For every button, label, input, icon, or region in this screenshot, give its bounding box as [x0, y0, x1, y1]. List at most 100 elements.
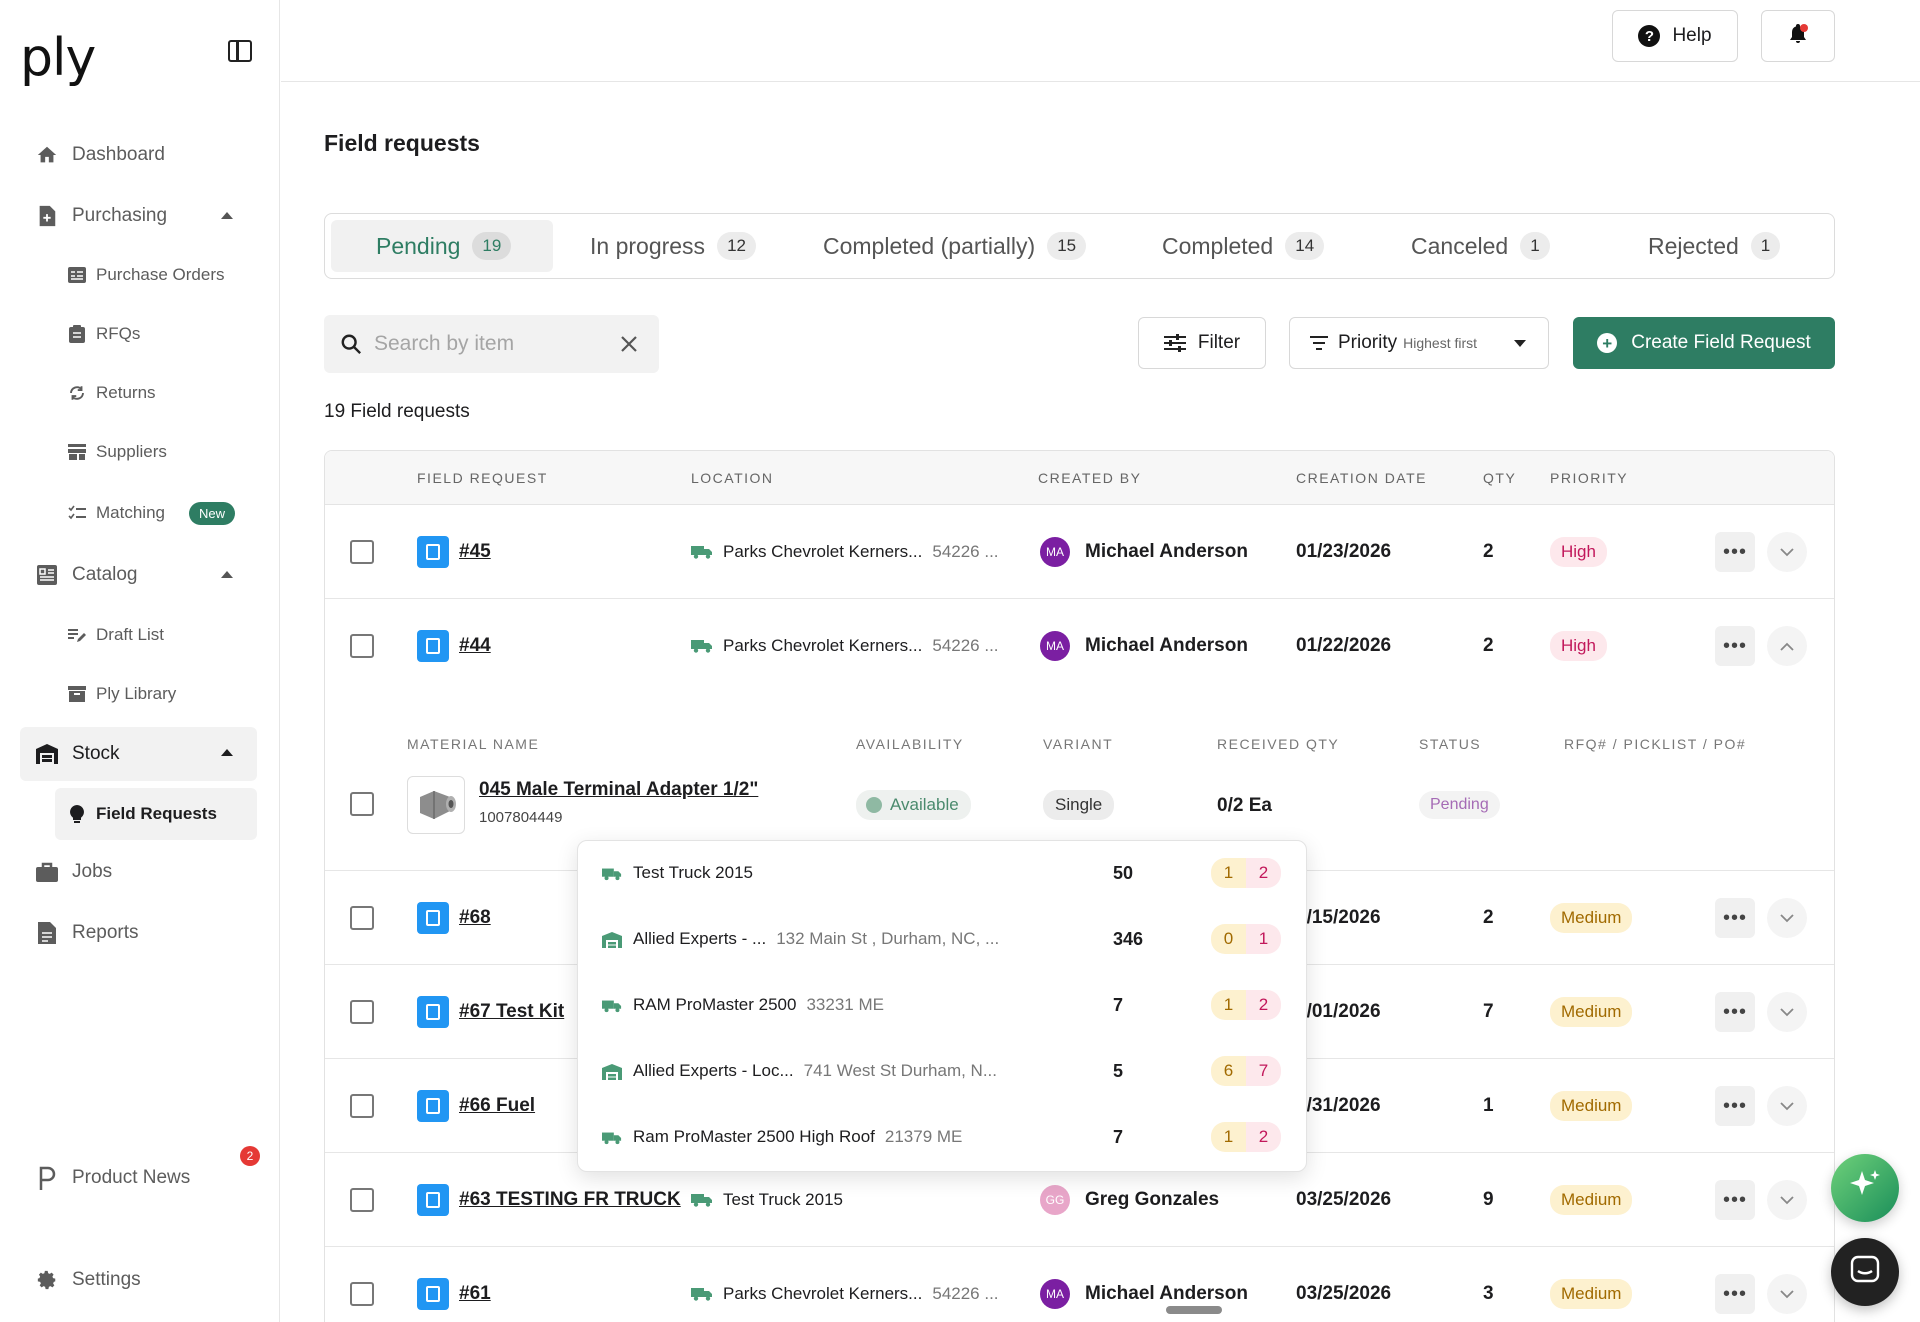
location: Parks Chevrolet Kerners... 54226 ... — [691, 636, 999, 656]
gear-icon — [36, 1269, 58, 1291]
tab-completed-partially[interactable]: Completed (partially) 15 — [823, 220, 1087, 272]
sidebar-item-draft-list[interactable]: Draft List — [55, 610, 257, 660]
table-row[interactable]: #45 Parks Chevrolet Kerners... 54226 ...… — [325, 505, 1834, 599]
sidebar-item-jobs[interactable]: Jobs — [20, 846, 257, 898]
row-checkbox[interactable] — [350, 540, 374, 564]
sidebar-item-suppliers[interactable]: Suppliers — [55, 427, 257, 477]
sidebar-item-reports[interactable]: Reports — [20, 907, 257, 959]
fitting-image — [420, 791, 456, 819]
more-actions-button[interactable]: ••• — [1715, 1180, 1755, 1220]
column-header[interactable]: FIELD REQUEST — [417, 470, 548, 486]
expand-chevron-down-icon[interactable] — [1767, 1180, 1807, 1220]
field-request-link[interactable]: #61 — [459, 1283, 491, 1305]
created-by: Michael Anderson — [1085, 541, 1248, 562]
expand-chevron-down-icon[interactable] — [1767, 1086, 1807, 1126]
sidebar-item-label: Purchasing — [72, 205, 168, 226]
filter-button[interactable]: Filter — [1138, 317, 1266, 369]
list-icon — [68, 266, 86, 284]
stock-location-row[interactable]: Ram ProMaster 2500 High Roof 21379 ME 7 1… — [578, 1105, 1306, 1171]
collapse-chevron-up-icon[interactable] — [1767, 626, 1807, 666]
material-checkbox[interactable] — [350, 792, 374, 816]
tab-pending[interactable]: Pending 19 — [331, 220, 553, 272]
clear-search-icon[interactable] — [620, 335, 638, 353]
expand-chevron-down-icon[interactable] — [1767, 1274, 1807, 1314]
column-header[interactable]: CREATION DATE — [1296, 470, 1427, 486]
row-checkbox[interactable] — [350, 1188, 374, 1212]
priority-badge: Medium — [1550, 903, 1633, 933]
horizontal-scrollbar[interactable] — [1166, 1306, 1222, 1314]
sidebar-item-label: Returns — [96, 383, 156, 402]
sidebar-item-dashboard[interactable]: Dashboard — [20, 129, 257, 181]
chat-support-button[interactable] — [1831, 1238, 1899, 1306]
sidebar-item-purchase-orders[interactable]: Purchase Orders — [55, 250, 257, 300]
field-request-link[interactable]: #63 TESTING FR TRUCK — [459, 1189, 681, 1211]
field-request-link[interactable]: #44 — [459, 635, 491, 657]
tab-in-progress[interactable]: In progress 12 — [590, 220, 756, 272]
sidebar-item-rfqs[interactable]: RFQs — [55, 309, 257, 359]
field-request-link[interactable]: #45 — [459, 541, 491, 563]
more-actions-button[interactable]: ••• — [1715, 532, 1755, 572]
sidebar-item-product-news[interactable]: Product News — [20, 1152, 257, 1204]
notifications-button[interactable] — [1761, 10, 1835, 62]
sidebar-item-purchasing[interactable]: Purchasing — [20, 190, 257, 242]
sidebar-item-stock[interactable]: Stock — [20, 727, 257, 781]
quantity: 1 — [1483, 1095, 1494, 1116]
sidebar-item-label: Matching — [96, 503, 165, 522]
tab-rejected[interactable]: Rejected 1 — [1648, 220, 1781, 272]
stock-counts: 01 — [1211, 924, 1281, 954]
sidebar-item-matching[interactable]: Matching New — [55, 488, 257, 538]
stock-location-row[interactable]: Allied Experts - ... 132 Main St , Durham… — [578, 907, 1306, 973]
sidebar-item-settings[interactable]: Settings — [20, 1254, 257, 1306]
expand-chevron-down-icon[interactable] — [1767, 532, 1807, 572]
sidebar-item-field-requests[interactable]: Field Requests — [55, 788, 257, 840]
row-checkbox[interactable] — [350, 1000, 374, 1024]
field-request-link[interactable]: #67 Test Kit — [459, 1001, 564, 1023]
more-actions-button[interactable]: ••• — [1715, 1086, 1755, 1126]
column-header[interactable]: CREATED BY — [1038, 470, 1141, 486]
priority-badge: High — [1550, 631, 1607, 661]
quantity: 2 — [1483, 635, 1494, 656]
search-input[interactable] — [374, 332, 604, 356]
more-actions-button[interactable]: ••• — [1715, 992, 1755, 1032]
expand-chevron-down-icon[interactable] — [1767, 992, 1807, 1032]
column-header[interactable]: LOCATION — [691, 470, 774, 486]
stock-location-row[interactable]: Test Truck 2015 50 12 — [578, 841, 1306, 907]
store-icon — [68, 443, 86, 461]
table-row[interactable]: #44 Parks Chevrolet Kerners... 54226 ...… — [325, 599, 1834, 693]
sidebar-toggle-icon[interactable] — [228, 40, 252, 62]
sort-dropdown[interactable]: Priority Highest first — [1289, 317, 1549, 369]
stock-location-row[interactable]: Allied Experts - Loc... 741 West St Durha… — [578, 1039, 1306, 1105]
more-actions-button[interactable]: ••• — [1715, 626, 1755, 666]
location-address: 54226 ... — [932, 542, 999, 561]
create-field-request-button[interactable]: + Create Field Request — [1573, 317, 1835, 369]
more-actions-button[interactable]: ••• — [1715, 898, 1755, 938]
field-request-link[interactable]: #66 Fuel — [459, 1095, 535, 1117]
sidebar-item-catalog[interactable]: Catalog — [20, 549, 257, 601]
table-row[interactable]: #61 Parks Chevrolet Kerners... 54226 ...… — [325, 1247, 1834, 1322]
chat-icon — [1850, 1255, 1880, 1290]
row-checkbox[interactable] — [350, 1094, 374, 1118]
priority-badge: Medium — [1550, 1279, 1633, 1309]
more-actions-button[interactable]: ••• — [1715, 1274, 1755, 1314]
p-logo-icon — [36, 1166, 58, 1190]
plus-circle-icon: + — [1597, 333, 1618, 353]
row-checkbox[interactable] — [350, 634, 374, 658]
row-checkbox[interactable] — [350, 1282, 374, 1306]
field-request-link[interactable]: #68 — [459, 907, 491, 929]
row-checkbox[interactable] — [350, 906, 374, 930]
sidebar-item-returns[interactable]: Returns — [55, 368, 257, 418]
material-name-link[interactable]: 045 Male Terminal Adapter 1/2" — [479, 779, 758, 801]
ply-logo[interactable]: ply — [20, 28, 96, 88]
ai-assistant-button[interactable] — [1831, 1154, 1899, 1222]
column-header[interactable]: PRIORITY — [1550, 470, 1628, 486]
stock-location-row[interactable]: RAM ProMaster 2500 33231 ME 7 12 — [578, 973, 1306, 1039]
tab-canceled[interactable]: Canceled 1 — [1411, 220, 1550, 272]
expand-chevron-down-icon[interactable] — [1767, 898, 1807, 938]
sidebar-item-ply-library[interactable]: Ply Library — [55, 669, 257, 719]
column-header[interactable]: QTY — [1483, 470, 1516, 486]
notification-count-badge: 2 — [240, 1146, 260, 1166]
sort-icon — [1310, 336, 1328, 350]
help-button[interactable]: ? Help — [1612, 10, 1738, 62]
tab-completed[interactable]: Completed 14 — [1162, 220, 1325, 272]
availability-label: Available — [890, 795, 959, 814]
